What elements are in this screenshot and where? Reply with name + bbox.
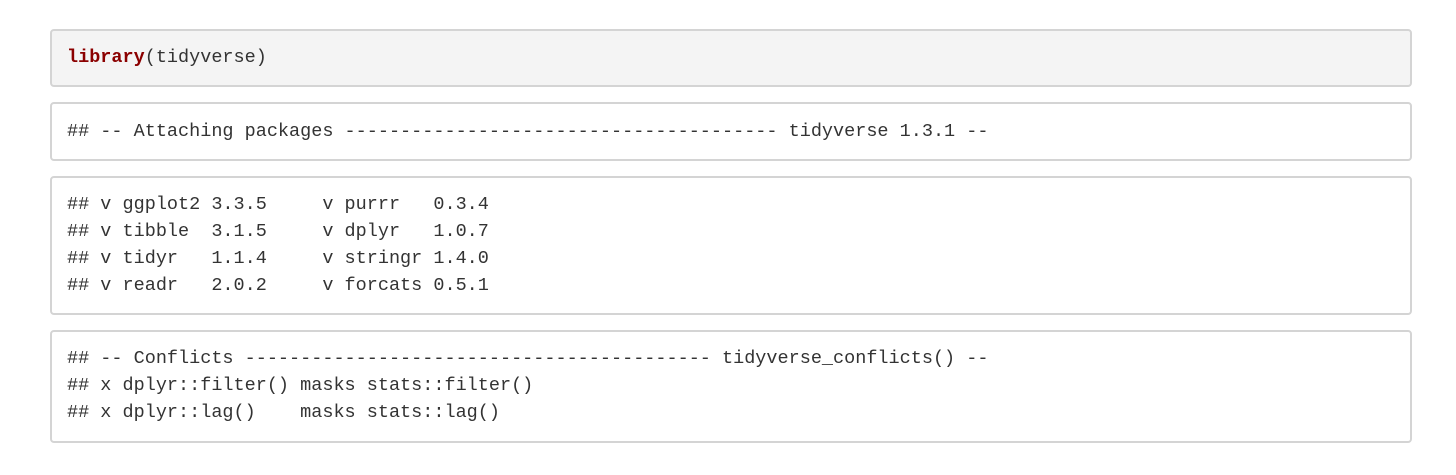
output-line: ## -- Conflicts ------------------------… — [67, 348, 989, 369]
library-argument: (tidyverse) — [144, 47, 267, 68]
output-line: ## v tibble 3.1.5 v dplyr 1.0.7 — [67, 221, 489, 242]
source-code-line: library(tidyverse) — [52, 31, 1410, 71]
output-text: ## -- Conflicts ------------------------… — [52, 332, 1410, 426]
output-line: ## v readr 2.0.2 v forcats 0.5.1 — [67, 275, 489, 296]
output-line: ## v tidyr 1.1.4 v stringr 1.4.0 — [67, 248, 489, 269]
output-chunk-conflicts: ## -- Conflicts ------------------------… — [50, 330, 1412, 443]
output-line: ## v ggplot2 3.3.5 v purrr 0.3.4 — [67, 194, 489, 215]
library-keyword: library — [67, 47, 145, 68]
output-chunk-attaching-header: ## -- Attaching packages ---------------… — [50, 102, 1412, 161]
output-text: ## v ggplot2 3.3.5 v purrr 0.3.4 ## v tib… — [52, 178, 1410, 299]
output-chunk-attached-packages: ## v ggplot2 3.3.5 v purrr 0.3.4 ## v tib… — [50, 176, 1412, 315]
output-text: ## -- Attaching packages ---------------… — [52, 104, 1410, 145]
output-line: ## x dplyr::filter() masks stats::filter… — [67, 375, 534, 396]
output-line: ## x dplyr::lag() masks stats::lag() — [67, 402, 500, 423]
output-line: ## -- Attaching packages ---------------… — [67, 121, 989, 142]
source-code-chunk: library(tidyverse) — [50, 29, 1412, 87]
